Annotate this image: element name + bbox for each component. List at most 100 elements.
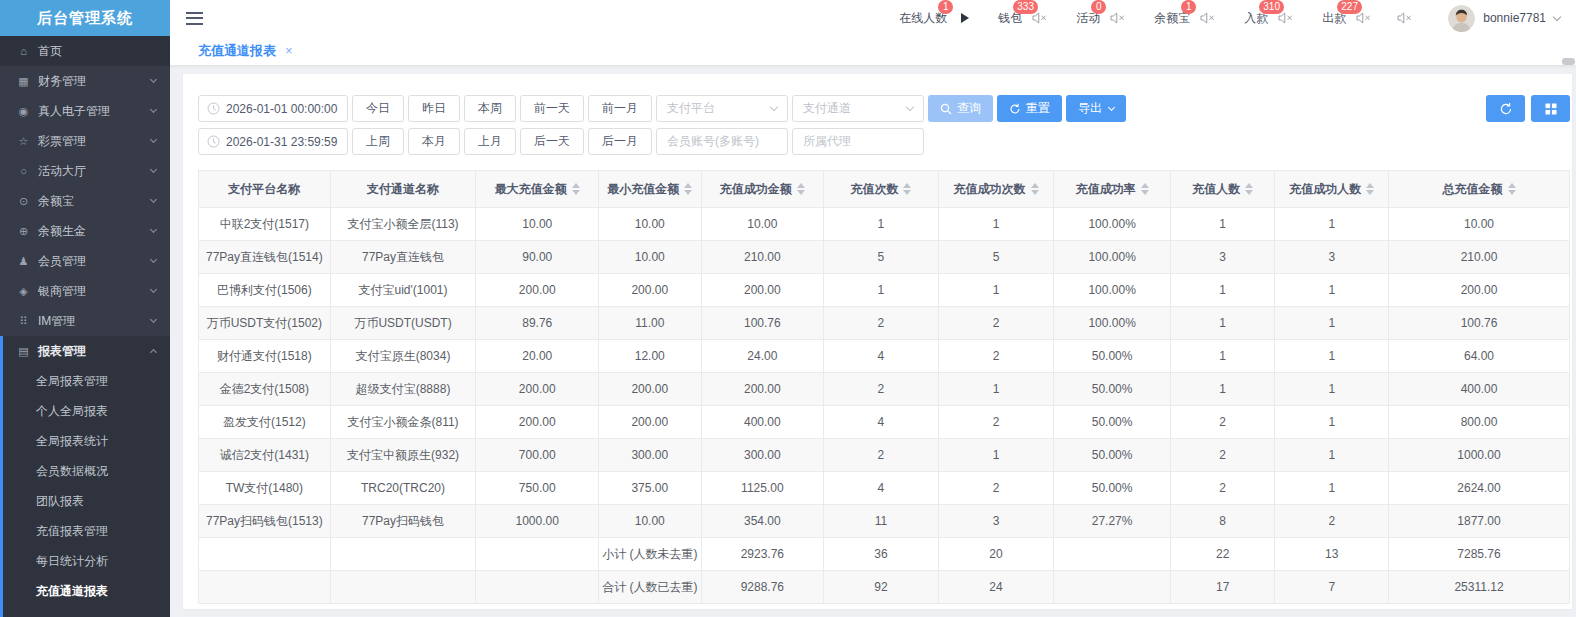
payment-channel-select[interactable]: 支付通道: [792, 95, 924, 122]
sort-asc-icon[interactable]: [903, 183, 911, 188]
sort-asc-icon[interactable]: [1245, 183, 1253, 188]
quick-range-button[interactable]: 今日: [352, 95, 404, 122]
sort-asc-icon[interactable]: [1141, 183, 1149, 188]
column-header[interactable]: 充值成功次数: [938, 171, 1054, 208]
speaker-mute-icon[interactable]: [1356, 12, 1371, 24]
sort-asc-icon[interactable]: [1508, 183, 1516, 188]
sort-asc-icon[interactable]: [572, 183, 580, 188]
reset-button[interactable]: 重置: [997, 95, 1062, 122]
sidebar-item-home[interactable]: ⌂首页: [0, 36, 170, 66]
sidebar-item-lottery[interactable]: ☆彩票管理: [0, 126, 170, 156]
quick-range-button[interactable]: 上月: [464, 128, 516, 155]
sort-asc-icon[interactable]: [797, 183, 805, 188]
columns-grid-button[interactable]: [1531, 95, 1570, 122]
column-header[interactable]: 充值次数: [824, 171, 939, 208]
stat-deposit[interactable]: 入款310: [1244, 10, 1293, 27]
sort-desc-icon[interactable]: [572, 190, 580, 195]
sidebar-item-members[interactable]: ♟会员管理: [0, 246, 170, 276]
sidebar-subitem[interactable]: 每日统计分析: [3, 546, 170, 576]
tab-recharge-channel-report[interactable]: 充值通道报表 ×: [198, 42, 293, 60]
sort-icon[interactable]: [572, 183, 580, 195]
date-to-input[interactable]: 2026-01-31 23:59:59: [198, 128, 348, 155]
refresh-button[interactable]: [1486, 95, 1525, 122]
sort-desc-icon[interactable]: [1031, 190, 1039, 195]
quick-range-button[interactable]: 昨日: [408, 95, 460, 122]
sidebar-item-activity-hall[interactable]: ○活动大厅: [0, 156, 170, 186]
sort-desc-icon[interactable]: [1508, 190, 1516, 195]
avatar[interactable]: [1448, 5, 1475, 32]
tab-close-icon[interactable]: ×: [285, 43, 293, 58]
sort-desc-icon[interactable]: [684, 190, 692, 195]
quick-range-button[interactable]: 前一天: [520, 95, 584, 122]
quick-range-button[interactable]: 后一天: [520, 128, 584, 155]
reports-icon: ▤: [16, 345, 31, 358]
sort-icon[interactable]: [1245, 183, 1253, 195]
sidebar-subitem[interactable]: 全局报表统计: [3, 426, 170, 456]
cell: 4: [824, 340, 939, 373]
sort-desc-icon[interactable]: [797, 190, 805, 195]
sidebar-item-live-games[interactable]: ◉真人电子管理: [0, 96, 170, 126]
user-chevron-down-icon[interactable]: [1553, 12, 1561, 20]
column-header[interactable]: 最小充值金额: [599, 171, 702, 208]
sort-icon[interactable]: [1366, 183, 1374, 195]
column-header[interactable]: 最大充值金额: [476, 171, 599, 208]
menu-toggle-icon[interactable]: [186, 12, 203, 25]
column-header[interactable]: 充值成功金额: [701, 171, 824, 208]
sidebar-subitem[interactable]: 全局报表管理: [3, 366, 170, 396]
date-value: 2026-01-31 23:59:59: [226, 135, 337, 149]
sort-desc-icon[interactable]: [1141, 190, 1149, 195]
sort-icon[interactable]: [1141, 183, 1149, 195]
search-button[interactable]: 查询: [928, 95, 993, 122]
quick-range-button[interactable]: 本周: [464, 95, 516, 122]
scrollbar-thumb[interactable]: [1562, 58, 1575, 65]
sidebar-item-merchant[interactable]: ◈银商管理: [0, 276, 170, 306]
cell: 200.00: [599, 406, 702, 439]
sidebar-subitem[interactable]: 充值通道报表: [3, 576, 170, 606]
play-icon[interactable]: [961, 13, 969, 23]
sidebar-subitem[interactable]: 团队报表: [3, 486, 170, 516]
stat-activity[interactable]: 活动0: [1076, 10, 1125, 27]
stat-withdraw[interactable]: 出款227: [1322, 10, 1371, 27]
sort-icon[interactable]: [1508, 183, 1516, 195]
quick-range-button[interactable]: 本月: [408, 128, 460, 155]
sidebar-subitem[interactable]: 个人全局报表: [3, 396, 170, 426]
agent-input[interactable]: 所属代理: [792, 128, 924, 155]
quick-range-button[interactable]: 后一月: [588, 128, 652, 155]
sort-desc-icon[interactable]: [1366, 190, 1374, 195]
sort-asc-icon[interactable]: [1031, 183, 1039, 188]
column-header[interactable]: 总充值金额: [1389, 171, 1570, 208]
column-header[interactable]: 充值成功率: [1054, 171, 1171, 208]
sort-asc-icon[interactable]: [684, 183, 692, 188]
speaker-mute-icon[interactable]: [1397, 12, 1412, 24]
payment-platform-select[interactable]: 支付平台: [656, 95, 788, 122]
date-from-input[interactable]: 2026-01-01 00:00:00: [198, 95, 348, 122]
sidebar-subitem[interactable]: 充值报表管理: [3, 516, 170, 546]
sidebar-item-im[interactable]: ⠿IM管理: [0, 306, 170, 336]
sort-icon[interactable]: [684, 183, 692, 195]
export-button[interactable]: 导出: [1066, 95, 1126, 122]
sort-icon[interactable]: [797, 183, 805, 195]
sidebar-subitem[interactable]: 会员数据概况: [3, 456, 170, 486]
sort-desc-icon[interactable]: [903, 190, 911, 195]
column-header[interactable]: 充值成功人数: [1275, 171, 1389, 208]
sort-asc-icon[interactable]: [1366, 183, 1374, 188]
sort-icon[interactable]: [903, 183, 911, 195]
speaker-mute-icon[interactable]: [1278, 12, 1293, 24]
column-header[interactable]: 充值人数: [1170, 171, 1275, 208]
stat-wallet[interactable]: 钱包333: [998, 10, 1047, 27]
speaker-mute-icon[interactable]: [1032, 12, 1047, 24]
speaker-mute-icon[interactable]: [1110, 12, 1125, 24]
quick-range-button[interactable]: 上周: [352, 128, 404, 155]
sidebar-item-finance[interactable]: ▦财务管理: [0, 66, 170, 96]
sort-desc-icon[interactable]: [1245, 190, 1253, 195]
sidebar-item-yuebao[interactable]: ⊙余额宝: [0, 186, 170, 216]
sidebar-item-reports[interactable]: ▤报表管理: [3, 336, 170, 366]
username[interactable]: bonnie7781: [1483, 11, 1546, 25]
stat-online-users[interactable]: 在线人数1: [899, 10, 969, 27]
speaker-mute-icon[interactable]: [1200, 12, 1215, 24]
sort-icon[interactable]: [1031, 183, 1039, 195]
quick-range-button[interactable]: 前一月: [588, 95, 652, 122]
member-account-input[interactable]: 会员账号(多账号): [656, 128, 788, 155]
stat-yuebao[interactable]: 余额宝1: [1154, 10, 1215, 27]
sidebar-item-yuesheng[interactable]: ⊕余额生金: [0, 216, 170, 246]
